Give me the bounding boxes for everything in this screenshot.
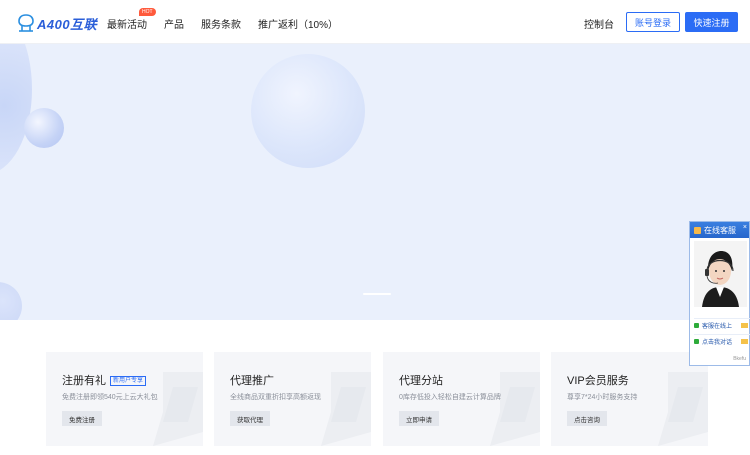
nav-latest-activity[interactable]: 最新活动 HOT bbox=[107, 8, 156, 31]
card-deco-icon bbox=[321, 372, 371, 446]
nav-products[interactable]: 产品 bbox=[164, 16, 184, 31]
online-service-widget: 在线客服 × 客服在线上 点击我对话 Bkefu bbox=[689, 221, 750, 366]
card-description: 尊享7*24小时服务支持 bbox=[567, 394, 638, 401]
card-description: 免费注册即领540元上云大礼包 bbox=[62, 394, 158, 401]
card-description: 0库存低投入轻松自建云计算品牌 bbox=[399, 394, 501, 401]
carousel-indicator[interactable] bbox=[363, 293, 391, 295]
free-register-button[interactable]: 免费注册 bbox=[62, 411, 102, 426]
cs-row-label: 点击我对话 bbox=[702, 340, 733, 346]
envelope-icon bbox=[741, 323, 748, 328]
logo-text: A400互联 bbox=[37, 16, 98, 32]
banner-orb-small bbox=[24, 108, 64, 148]
nav-service-terms[interactable]: 服务条款 bbox=[201, 16, 241, 31]
console-link[interactable]: 控制台 bbox=[584, 16, 614, 31]
chat-icon bbox=[694, 226, 701, 234]
card-deco-icon bbox=[490, 372, 540, 446]
main-nav: 最新活动 HOT 产品 服务条款 推广返利（10%） bbox=[107, 8, 355, 31]
hero-banner bbox=[0, 44, 750, 320]
quick-register-button[interactable]: 快速注册 bbox=[685, 12, 738, 32]
cs-start-chat[interactable]: 点击我对话 bbox=[694, 334, 750, 348]
card-description: 全线商品双重折扣享高额返现 bbox=[230, 394, 321, 401]
card-title: VIP会员服务 bbox=[567, 375, 629, 387]
online-status-icon bbox=[694, 339, 699, 344]
get-agent-button[interactable]: 获取代理 bbox=[230, 411, 270, 426]
nav-service-terms-label: 服务条款 bbox=[201, 20, 241, 31]
card-title: 代理分站 bbox=[399, 375, 443, 387]
close-icon[interactable]: × bbox=[743, 224, 747, 231]
nav-products-label: 产品 bbox=[164, 20, 184, 31]
cs-footer-brand: Bkefu bbox=[733, 356, 746, 362]
new-user-tag: 新用户专享 bbox=[110, 376, 147, 386]
logo-icon bbox=[18, 14, 34, 32]
card-deco-icon bbox=[658, 372, 708, 446]
cs-online-status[interactable]: 客服在线上 bbox=[694, 318, 750, 332]
card-agent-substation: 代理分站 0库存低投入轻松自建云计算品牌 立即申请 bbox=[383, 352, 540, 446]
hot-badge: HOT bbox=[139, 8, 156, 16]
cs-widget-header: 在线客服 bbox=[690, 222, 749, 238]
banner-orb-left bbox=[0, 44, 32, 174]
envelope-icon bbox=[741, 339, 748, 344]
nav-latest-activity-label: 最新活动 bbox=[107, 20, 147, 31]
card-vip-service: VIP会员服务 尊享7*24小时服务支持 点击咨询 bbox=[551, 352, 708, 446]
site-logo[interactable]: A400互联 bbox=[18, 14, 97, 32]
account-login-button[interactable]: 账号登录 bbox=[626, 12, 680, 32]
consult-button[interactable]: 点击咨询 bbox=[567, 411, 607, 426]
card-title-text: 注册有礼 bbox=[62, 375, 106, 387]
cs-row-label: 客服在线上 bbox=[702, 324, 733, 330]
card-register-gift: 注册有礼 新用户专享 免费注册即领540元上云大礼包 免费注册 bbox=[46, 352, 203, 446]
card-agent-promotion: 代理推广 全线商品双重折扣享高额返现 获取代理 bbox=[214, 352, 371, 446]
card-title: 代理推广 bbox=[230, 375, 274, 387]
cs-widget-title: 在线客服 bbox=[704, 225, 736, 235]
headset-agent-icon bbox=[694, 241, 747, 307]
online-status-icon bbox=[694, 323, 699, 328]
card-title: 注册有礼 新用户专享 bbox=[62, 372, 147, 388]
agent-avatar bbox=[694, 241, 747, 307]
card-deco-icon bbox=[153, 372, 203, 446]
apply-now-button[interactable]: 立即申请 bbox=[399, 411, 439, 426]
banner-orb-large bbox=[251, 54, 365, 168]
banner-orb-corner bbox=[0, 282, 22, 320]
nav-referral-rebate[interactable]: 推广返利（10%） bbox=[258, 16, 338, 31]
nav-referral-rebate-label: 推广返利（10%） bbox=[258, 20, 339, 31]
top-header: A400互联 最新活动 HOT 产品 服务条款 推广返利（10%） 控制台 账号… bbox=[0, 0, 750, 44]
